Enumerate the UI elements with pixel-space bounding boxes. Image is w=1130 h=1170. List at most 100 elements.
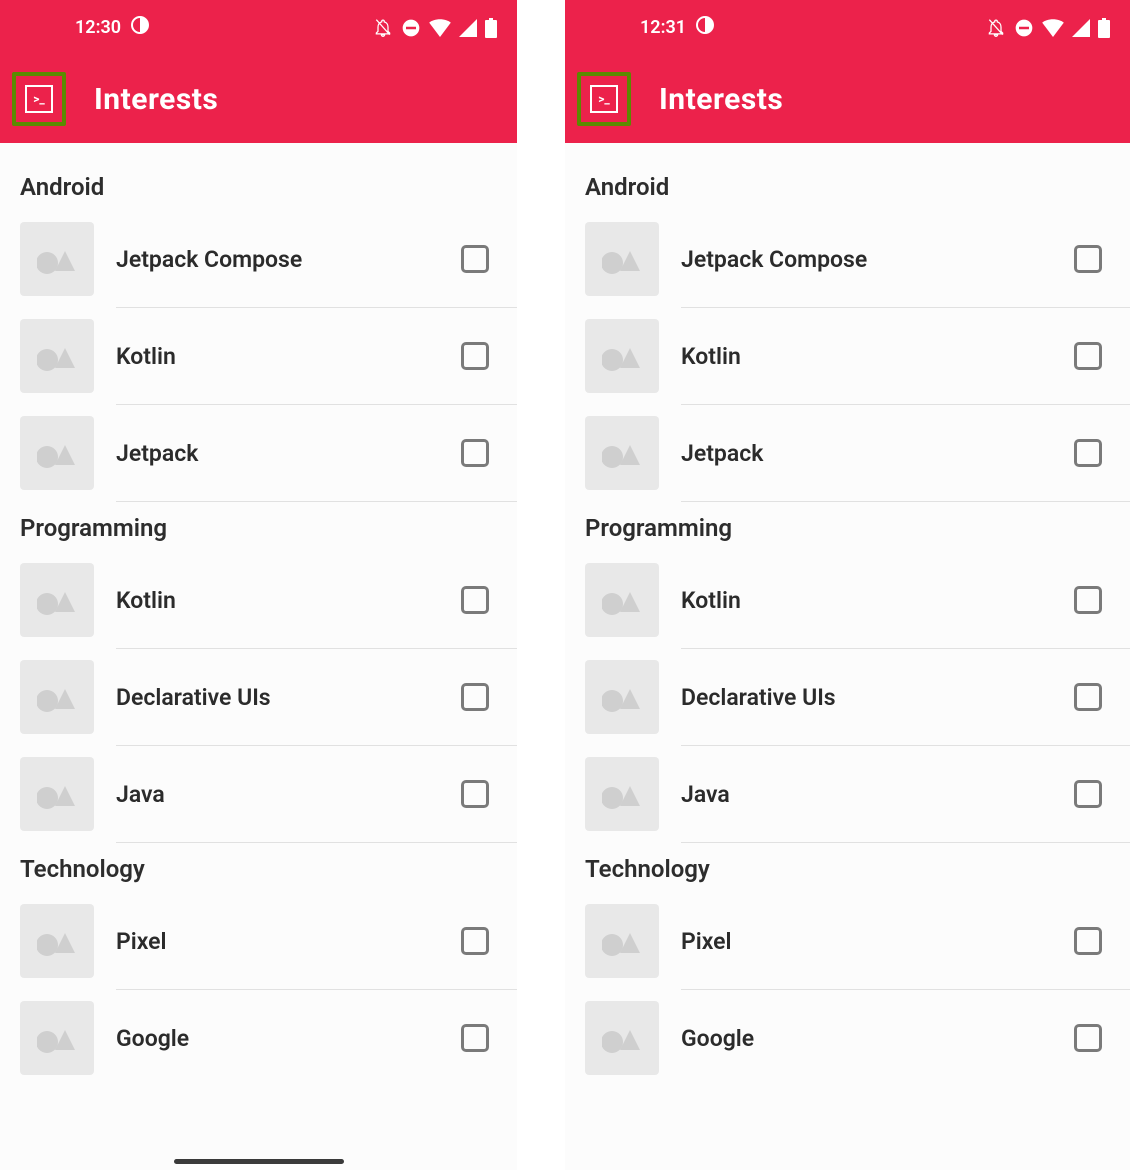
placeholder-image-icon bbox=[20, 904, 94, 978]
placeholder-image-icon bbox=[585, 563, 659, 637]
checkbox[interactable] bbox=[461, 586, 489, 614]
checkbox[interactable] bbox=[461, 439, 489, 467]
section-header: Technology bbox=[0, 843, 517, 893]
list-item[interactable]: Java bbox=[565, 746, 1130, 842]
item-label: Pixel bbox=[116, 928, 461, 955]
item-label: Declarative UIs bbox=[116, 684, 461, 711]
app-title: Interests bbox=[94, 82, 218, 117]
list-item[interactable]: Jetpack Compose bbox=[565, 211, 1130, 307]
item-label: Google bbox=[681, 1025, 1074, 1052]
checkbox[interactable] bbox=[1074, 586, 1102, 614]
phone-screen-2: 12:31 bbox=[565, 0, 1130, 1170]
interests-list[interactable]: Android Jetpack Compose Kotlin Jetpack P… bbox=[0, 143, 517, 1086]
list-item[interactable]: Google bbox=[0, 990, 517, 1086]
checkbox[interactable] bbox=[1074, 342, 1102, 370]
item-label: Pixel bbox=[681, 928, 1074, 955]
placeholder-image-icon bbox=[20, 563, 94, 637]
status-left: 12:30 bbox=[75, 16, 149, 39]
nav-drawer-button[interactable]: >_ bbox=[12, 72, 66, 126]
status-bar: 12:31 bbox=[565, 0, 1130, 55]
section-header: Programming bbox=[565, 502, 1130, 552]
do-not-disturb-icon bbox=[401, 18, 421, 38]
checkbox[interactable] bbox=[461, 927, 489, 955]
list-item[interactable]: Pixel bbox=[0, 893, 517, 989]
checkbox[interactable] bbox=[461, 780, 489, 808]
placeholder-image-icon bbox=[585, 1001, 659, 1075]
list-item[interactable]: Kotlin bbox=[565, 552, 1130, 648]
item-label: Jetpack bbox=[681, 440, 1074, 467]
status-time: 12:31 bbox=[640, 17, 686, 38]
checkbox[interactable] bbox=[1074, 245, 1102, 273]
placeholder-image-icon bbox=[20, 416, 94, 490]
status-left: 12:31 bbox=[640, 16, 714, 39]
checkbox[interactable] bbox=[461, 342, 489, 370]
list-item[interactable]: Kotlin bbox=[0, 308, 517, 404]
placeholder-image-icon bbox=[585, 416, 659, 490]
list-item[interactable]: Kotlin bbox=[565, 308, 1130, 404]
checkbox[interactable] bbox=[461, 245, 489, 273]
list-item[interactable]: Jetpack bbox=[565, 405, 1130, 501]
item-label: Java bbox=[116, 781, 461, 808]
status-bar: 12:30 bbox=[0, 0, 517, 55]
dnd-off-icon bbox=[986, 18, 1006, 38]
item-label: Kotlin bbox=[116, 587, 461, 614]
status-app-icon bbox=[131, 16, 149, 39]
status-right bbox=[986, 18, 1110, 38]
placeholder-image-icon bbox=[585, 222, 659, 296]
section-header: Android bbox=[0, 161, 517, 211]
nav-drawer-button[interactable]: >_ bbox=[577, 72, 631, 126]
list-item[interactable]: Pixel bbox=[565, 893, 1130, 989]
placeholder-image-icon bbox=[585, 757, 659, 831]
placeholder-image-icon bbox=[585, 319, 659, 393]
battery-icon bbox=[1098, 18, 1110, 38]
placeholder-image-icon bbox=[20, 757, 94, 831]
item-label: Google bbox=[116, 1025, 461, 1052]
terminal-icon: >_ bbox=[590, 85, 618, 113]
dnd-off-icon bbox=[373, 18, 393, 38]
list-item[interactable]: Declarative UIs bbox=[0, 649, 517, 745]
list-item[interactable]: Jetpack bbox=[0, 405, 517, 501]
section-header: Programming bbox=[0, 502, 517, 552]
app-header: 12:31 bbox=[565, 0, 1130, 143]
do-not-disturb-icon bbox=[1014, 18, 1034, 38]
item-label: Jetpack Compose bbox=[681, 246, 1074, 273]
placeholder-image-icon bbox=[585, 904, 659, 978]
phone-screen-1: 12:30 bbox=[0, 0, 517, 1170]
placeholder-image-icon bbox=[20, 222, 94, 296]
checkbox[interactable] bbox=[1074, 439, 1102, 467]
app-bar: >_ Interests bbox=[565, 55, 1130, 143]
list-item[interactable]: Declarative UIs bbox=[565, 649, 1130, 745]
list-item[interactable]: Java bbox=[0, 746, 517, 842]
checkbox[interactable] bbox=[1074, 780, 1102, 808]
interests-list[interactable]: Android Jetpack Compose Kotlin Jetpack P… bbox=[565, 143, 1130, 1086]
wifi-icon bbox=[1042, 19, 1064, 37]
item-label: Java bbox=[681, 781, 1074, 808]
checkbox[interactable] bbox=[1074, 1024, 1102, 1052]
wifi-icon bbox=[429, 19, 451, 37]
checkbox[interactable] bbox=[461, 1024, 489, 1052]
app-bar: >_ Interests bbox=[0, 55, 517, 143]
status-time: 12:30 bbox=[75, 17, 121, 38]
item-label: Jetpack Compose bbox=[116, 246, 461, 273]
item-label: Kotlin bbox=[681, 587, 1074, 614]
item-label: Kotlin bbox=[681, 343, 1074, 370]
section-header: Android bbox=[565, 161, 1130, 211]
item-label: Kotlin bbox=[116, 343, 461, 370]
checkbox[interactable] bbox=[1074, 683, 1102, 711]
app-header: 12:30 bbox=[0, 0, 517, 143]
signal-icon bbox=[1072, 19, 1090, 37]
list-item[interactable]: Google bbox=[565, 990, 1130, 1086]
list-item[interactable]: Jetpack Compose bbox=[0, 211, 517, 307]
item-label: Declarative UIs bbox=[681, 684, 1074, 711]
placeholder-image-icon bbox=[585, 660, 659, 734]
terminal-icon: >_ bbox=[25, 85, 53, 113]
placeholder-image-icon bbox=[20, 1001, 94, 1075]
status-app-icon bbox=[696, 16, 714, 39]
checkbox[interactable] bbox=[461, 683, 489, 711]
checkbox[interactable] bbox=[1074, 927, 1102, 955]
gesture-nav-bar[interactable] bbox=[174, 1159, 344, 1164]
list-item[interactable]: Kotlin bbox=[0, 552, 517, 648]
section-header: Technology bbox=[565, 843, 1130, 893]
item-label: Jetpack bbox=[116, 440, 461, 467]
status-right bbox=[373, 18, 497, 38]
